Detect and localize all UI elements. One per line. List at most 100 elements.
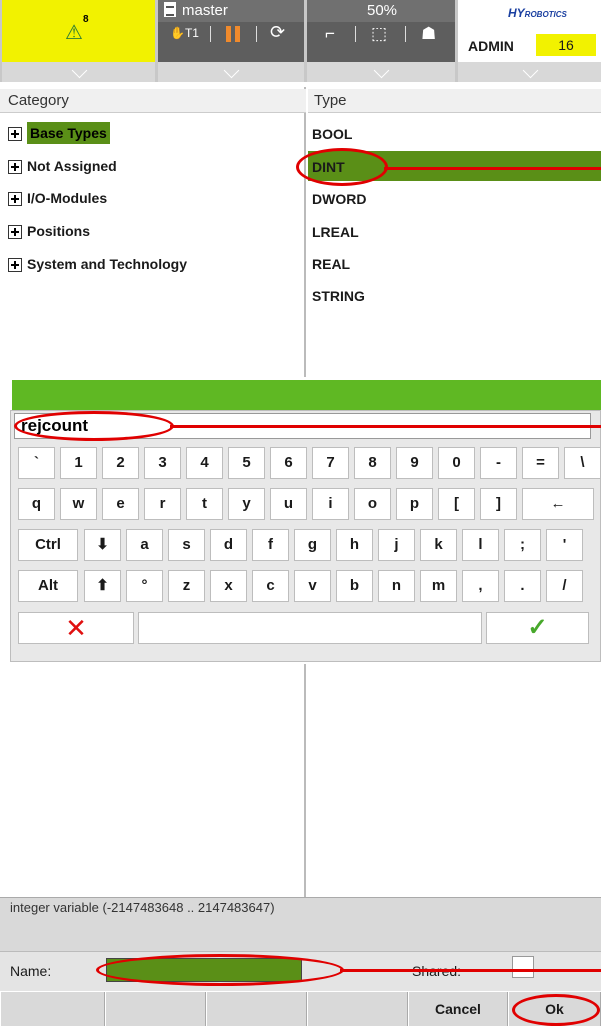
key[interactable]: b <box>336 570 373 602</box>
key[interactable]: c <box>252 570 289 602</box>
key[interactable]: 5 <box>228 447 265 479</box>
type-item[interactable]: BOOL <box>312 122 352 146</box>
key[interactable]: s <box>168 529 205 561</box>
key[interactable]: 2 <box>102 447 139 479</box>
key[interactable]: j <box>378 529 415 561</box>
expand-icon[interactable] <box>8 225 22 240</box>
program-name: master <box>182 2 228 19</box>
key[interactable]: ` <box>18 447 55 479</box>
key[interactable]: v <box>294 570 331 602</box>
key[interactable]: e <box>102 488 139 520</box>
key[interactable]: ' <box>546 529 583 561</box>
category-item-base-types[interactable]: Base Types <box>8 121 110 145</box>
softkey-1[interactable] <box>0 992 105 1026</box>
key[interactable]: o <box>354 488 391 520</box>
chevron-down-icon[interactable] <box>158 62 304 82</box>
category-item-positions[interactable]: Positions <box>8 219 90 243</box>
key[interactable]: 3 <box>144 447 181 479</box>
key[interactable]: k <box>420 529 457 561</box>
key[interactable]: - <box>480 447 517 479</box>
alt-key[interactable]: Alt <box>18 570 78 602</box>
type-item[interactable]: DWORD <box>312 187 366 211</box>
softkey-4[interactable] <box>307 992 408 1026</box>
annotation-circle-name <box>96 954 344 986</box>
key[interactable]: ] <box>480 488 517 520</box>
key[interactable]: 6 <box>270 447 307 479</box>
chevron-down-icon[interactable] <box>458 62 601 82</box>
softkey-2[interactable] <box>105 992 206 1026</box>
annotation-line-dint <box>384 167 601 170</box>
backspace-key[interactable]: ← <box>522 488 594 520</box>
key[interactable]: h <box>336 529 373 561</box>
type-header[interactable]: Type <box>308 89 601 113</box>
key[interactable]: 4 <box>186 447 223 479</box>
chevron-down-icon[interactable] <box>307 62 455 82</box>
key[interactable]: = <box>522 447 559 479</box>
override-status[interactable]: 50% ⌐ ⬚ ☗ <box>307 0 455 62</box>
key[interactable]: i <box>312 488 349 520</box>
key[interactable]: g <box>294 529 331 561</box>
key[interactable]: ° <box>126 570 163 602</box>
override-icons-row: ⌐ ⬚ ☗ <box>307 22 455 62</box>
key[interactable]: 9 <box>396 447 433 479</box>
key[interactable]: 8 <box>354 447 391 479</box>
key[interactable]: l <box>462 529 499 561</box>
key[interactable]: . <box>504 570 541 602</box>
key[interactable]: u <box>270 488 307 520</box>
key[interactable]: ; <box>504 529 541 561</box>
warning-icon: ⚠ <box>65 22 83 44</box>
key[interactable]: x <box>210 570 247 602</box>
annotation-line-input <box>170 425 601 428</box>
key[interactable]: / <box>546 570 583 602</box>
key[interactable]: [ <box>438 488 475 520</box>
program-status[interactable]: master ✋T1 ⟳ <box>158 0 304 62</box>
cancel-button[interactable]: Cancel <box>408 992 508 1026</box>
annotation-circle-ok <box>512 994 600 1026</box>
expand-icon[interactable] <box>8 160 22 175</box>
shift-key[interactable]: ⬆ <box>84 570 121 602</box>
type-item[interactable]: REAL <box>312 252 350 276</box>
expand-icon[interactable] <box>8 127 22 142</box>
key[interactable]: y <box>228 488 265 520</box>
expand-icon[interactable] <box>8 258 22 273</box>
key[interactable]: d <box>210 529 247 561</box>
shared-checkbox[interactable] <box>512 956 534 978</box>
warning-indicator[interactable]: ⚠ 8 <box>2 0 155 62</box>
key[interactable]: z <box>168 570 205 602</box>
key[interactable]: r <box>144 488 181 520</box>
softkey-3[interactable] <box>206 992 307 1026</box>
keyboard-ok-key[interactable]: ✓ <box>486 612 589 644</box>
key[interactable]: 0 <box>438 447 475 479</box>
key[interactable]: w <box>60 488 97 520</box>
key[interactable]: a <box>126 529 163 561</box>
type-item[interactable]: STRING <box>312 284 365 308</box>
type-pane-lower <box>308 664 601 897</box>
key[interactable]: 7 <box>312 447 349 479</box>
category-item-not-assigned[interactable]: Not Assigned <box>8 154 117 178</box>
category-item-io-modules[interactable]: I/O-Modules <box>8 186 107 210</box>
key[interactable]: n <box>378 570 415 602</box>
expand-icon[interactable] <box>8 192 22 207</box>
key[interactable]: p <box>396 488 433 520</box>
button-bar: Cancel Ok <box>0 992 601 1026</box>
user-status[interactable]: HYROBOTICS ADMIN 16 <box>458 0 601 62</box>
key[interactable]: f <box>252 529 289 561</box>
type-item[interactable]: LREAL <box>312 220 359 244</box>
name-label: Name: <box>10 963 52 979</box>
key[interactable]: t <box>186 488 223 520</box>
annotation-line-name <box>340 969 601 972</box>
keyboard-cancel-key[interactable]: ✕ <box>18 612 134 644</box>
space-key[interactable] <box>138 612 482 644</box>
program-mode-row: ✋T1 ⟳ <box>158 22 304 62</box>
ctrl-key[interactable]: Ctrl <box>18 529 78 561</box>
category-item-system-technology[interactable]: System and Technology <box>8 252 187 276</box>
key[interactable]: , <box>462 570 499 602</box>
key[interactable]: 1 <box>60 447 97 479</box>
key[interactable]: m <box>420 570 457 602</box>
key[interactable]: q <box>18 488 55 520</box>
key[interactable]: \ <box>564 447 601 479</box>
category-header[interactable]: Category <box>0 89 306 113</box>
arrow-down-key[interactable]: ⬇ <box>84 529 121 561</box>
chevron-down-icon[interactable] <box>2 62 155 82</box>
divider <box>256 26 257 42</box>
